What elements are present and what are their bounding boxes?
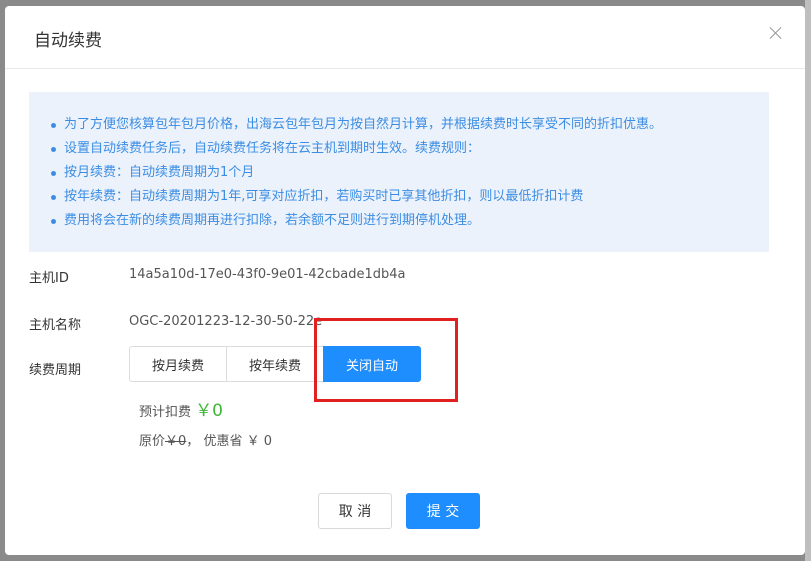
original-price-value: ￥0 <box>165 434 187 449</box>
host-name-value: OGC-20201223-12-30-50-22e <box>129 314 323 329</box>
estimated-charge: 预计扣费 ￥0 <box>139 396 223 421</box>
cancel-button[interactable]: 取 消 <box>318 493 392 529</box>
host-name-label: 主机名称 <box>29 318 82 333</box>
discount-label: 优惠省 <box>203 434 243 449</box>
dialog-header: 自动续费 <box>5 6 805 69</box>
renewal-notice: 为了方便您核算包年包月价格，出海云包年包月为按自然月计算，并根据续费时长享受不同… <box>29 92 769 252</box>
backdrop-scroll-edge <box>805 0 811 561</box>
monthly-renewal-option[interactable]: 按月续费 <box>129 346 227 382</box>
renewal-period-label: 续费周期 <box>29 363 82 378</box>
host-id-label: 主机ID <box>29 271 69 286</box>
notice-item: 为了方便您核算包年包月价格，出海云包年包月为按自然月计算，并根据续费时长享受不同… <box>51 113 769 137</box>
notice-item: 设置自动续费任务后，自动续费任务将在云主机到期时生效。续费规则： <box>51 137 769 161</box>
yearly-renewal-option[interactable]: 按年续费 <box>226 346 324 382</box>
close-icon[interactable] <box>769 26 783 40</box>
estimated-charge-label: 预计扣费 <box>139 405 192 420</box>
notice-list: 为了方便您核算包年包月价格，出海云包年包月为按自然月计算，并根据续费时长享受不同… <box>51 113 769 233</box>
price-breakdown: 原价￥0， 优惠省 ￥ 0 <box>139 430 272 449</box>
price-separator: ， <box>186 434 200 449</box>
notice-item: 费用将会在新的续费周期再进行扣除，若余额不足则进行到期停机处理。 <box>51 209 769 233</box>
estimated-charge-value: ￥0 <box>195 401 223 421</box>
annotation-highlight-box <box>314 318 458 402</box>
submit-button[interactable]: 提 交 <box>406 493 480 529</box>
dialog-title: 自动续费 <box>34 31 102 51</box>
host-id-value: 14a5a10d-17e0-43f0-9e01-42cbade1db4a <box>129 267 406 282</box>
notice-item: 按月续费：自动续费周期为1个月 <box>51 161 769 185</box>
notice-item: 按年续费：自动续费周期为1年,可享对应折扣，若购买时已享其他折扣，则以最低折扣计… <box>51 185 769 209</box>
original-price-label: 原价 <box>139 434 166 449</box>
discount-value: ￥ 0 <box>246 434 273 449</box>
